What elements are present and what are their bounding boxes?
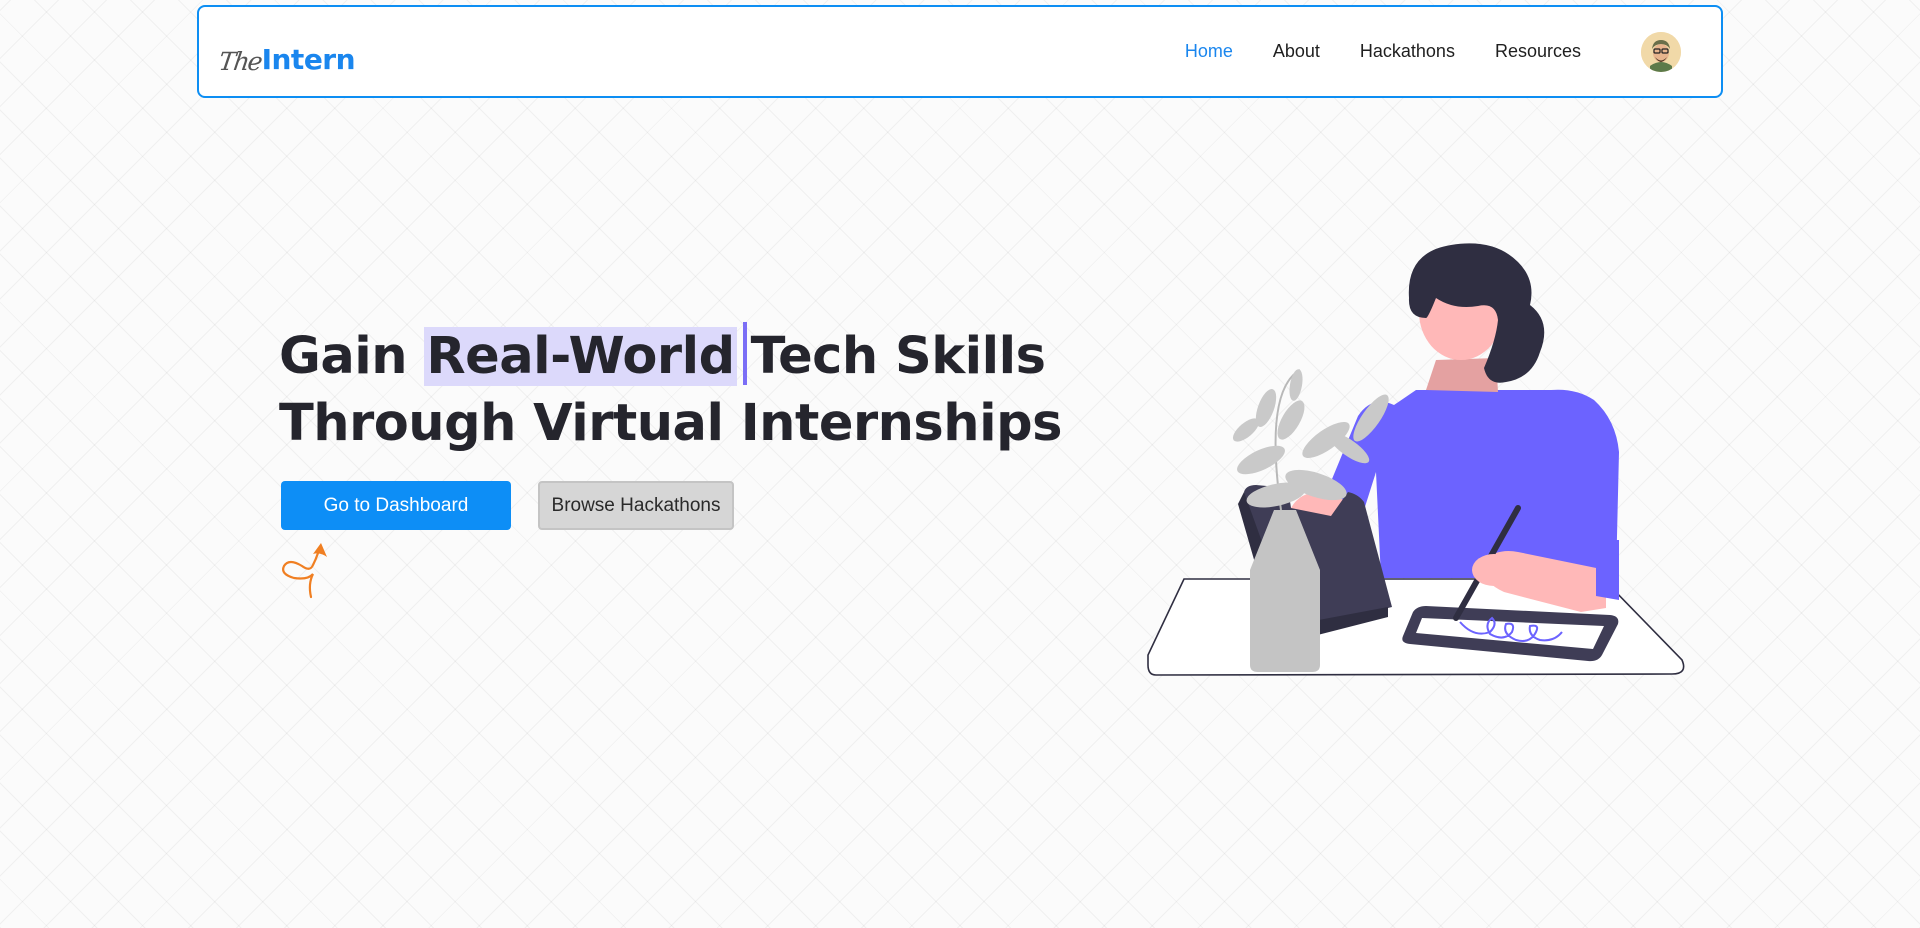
- woman-working-illustration: [1147, 243, 1685, 676]
- headline-suffix: Tech Skills: [750, 327, 1046, 386]
- squiggle-arrow-icon: [282, 543, 327, 599]
- typing-cursor: [742, 322, 747, 385]
- logo-prefix: The: [216, 46, 263, 76]
- nav-link-home[interactable]: Home: [1185, 41, 1233, 62]
- nav-link-resources[interactable]: Resources: [1495, 41, 1581, 62]
- brand-logo[interactable]: The Intern: [216, 30, 356, 76]
- headline-prefix: Gain: [279, 327, 425, 386]
- go-to-dashboard-button[interactable]: Go to Dashboard: [281, 481, 511, 530]
- headline-highlight: Real-World: [424, 327, 737, 386]
- user-avatar-icon[interactable]: [1641, 31, 1681, 72]
- headline-line2: Through Virtual Internships: [279, 394, 1062, 453]
- nav-link-about[interactable]: About: [1273, 41, 1320, 62]
- logo-name: Intern: [261, 42, 356, 76]
- hero-headline: Gain Real-World Tech Skills Through Virtu…: [279, 322, 1062, 457]
- nav-links: Home About Hackathons Resources: [1185, 41, 1581, 62]
- nav-link-hackathons[interactable]: Hackathons: [1360, 41, 1455, 62]
- browse-hackathons-button[interactable]: Browse Hackathons: [538, 481, 734, 530]
- navbar: The Intern Home About Hackathons Resourc…: [197, 5, 1723, 98]
- nav-right: Home About Hackathons Resources: [1185, 31, 1681, 72]
